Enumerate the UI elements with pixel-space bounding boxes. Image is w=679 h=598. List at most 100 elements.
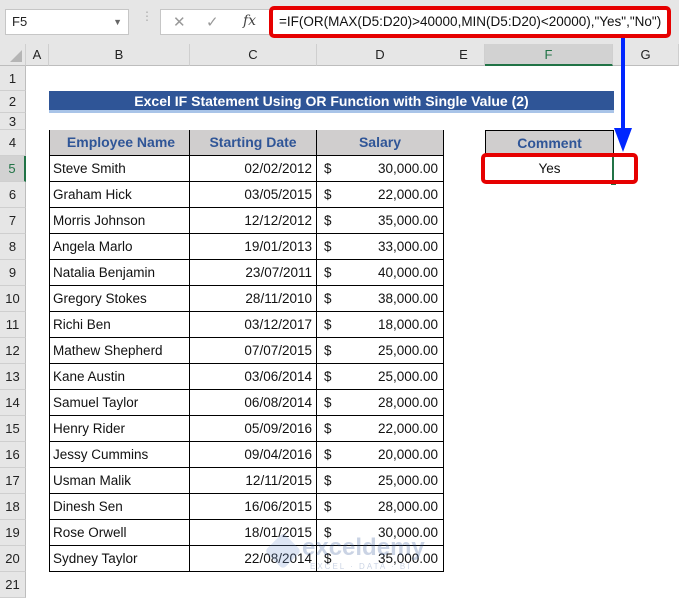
cell-employee-name[interactable]: Kane Austin <box>49 364 190 390</box>
row-header-14[interactable]: 14 <box>0 390 26 416</box>
cell-employee-name[interactable]: Sydney Taylor <box>49 546 190 572</box>
drag-handle-icon[interactable]: ⋮ <box>141 10 153 31</box>
cell-employee-name[interactable]: Natalia Benjamin <box>49 260 190 286</box>
row-header-10[interactable]: 10 <box>0 286 26 312</box>
cell-employee-name[interactable]: Angela Marlo <box>49 234 190 260</box>
row-header-16[interactable]: 16 <box>0 442 26 468</box>
cell-starting-date[interactable]: 12/11/2015 <box>190 468 317 494</box>
row-header-12[interactable]: 12 <box>0 338 26 364</box>
row-header-8[interactable]: 8 <box>0 234 26 260</box>
cell-employee-name[interactable]: Henry Rider <box>49 416 190 442</box>
cell-starting-date[interactable]: 03/06/2014 <box>190 364 317 390</box>
cell-starting-date[interactable]: 07/07/2015 <box>190 338 317 364</box>
salary-amount: 25,000.00 <box>377 343 438 358</box>
row-header-9[interactable]: 9 <box>0 260 26 286</box>
row-header-18[interactable]: 18 <box>0 494 26 520</box>
salary-amount: 18,000.00 <box>377 317 438 332</box>
cell-salary[interactable]: $25,000.00 <box>317 338 444 364</box>
cell-salary[interactable]: $22,000.00 <box>317 416 444 442</box>
cell-employee-name[interactable]: Graham Hick <box>49 182 190 208</box>
cell-starting-date[interactable]: 03/05/2015 <box>190 182 317 208</box>
row-header-11[interactable]: 11 <box>0 312 26 338</box>
formula-bar: F5 ▼ ⋮ ✕ ✓ fx =IF(OR(MAX(D5:D20)>40000,M… <box>0 0 679 44</box>
select-all-button[interactable] <box>0 44 26 66</box>
cell-starting-date[interactable]: 19/01/2013 <box>190 234 317 260</box>
cell-starting-date[interactable]: 23/07/2011 <box>190 260 317 286</box>
cell-salary[interactable]: $33,000.00 <box>317 234 444 260</box>
cell-salary[interactable]: $28,000.00 <box>317 494 444 520</box>
column-header-b[interactable]: B <box>49 44 190 66</box>
insert-function-icon[interactable]: fx <box>243 13 256 29</box>
chevron-down-icon[interactable]: ▼ <box>113 10 122 34</box>
row-header-19[interactable]: 19 <box>0 520 26 546</box>
cell-starting-date[interactable]: 22/08/2014 <box>190 546 317 572</box>
cell-starting-date[interactable]: 16/06/2015 <box>190 494 317 520</box>
cell-salary[interactable]: $30,000.00 <box>317 520 444 546</box>
cell-starting-date[interactable]: 18/01/2015 <box>190 520 317 546</box>
cell-salary[interactable]: $40,000.00 <box>317 260 444 286</box>
cell-employee-name[interactable]: Mathew Shepherd <box>49 338 190 364</box>
cell-salary[interactable]: $35,000.00 <box>317 208 444 234</box>
currency-symbol: $ <box>324 161 332 176</box>
row-header-7[interactable]: 7 <box>0 208 26 234</box>
cell-employee-name[interactable]: Gregory Stokes <box>49 286 190 312</box>
cell-starting-date[interactable]: 03/12/2017 <box>190 312 317 338</box>
cell-salary[interactable]: $35,000.00 <box>317 546 444 572</box>
cell-employee-name[interactable]: Samuel Taylor <box>49 390 190 416</box>
name-box[interactable]: F5 ▼ <box>5 9 129 35</box>
header-employee-name[interactable]: Employee Name <box>49 130 190 156</box>
cell-employee-name[interactable]: Jessy Cummins <box>49 442 190 468</box>
cell-starting-date[interactable]: 05/09/2016 <box>190 416 317 442</box>
cell-employee-name[interactable]: Steve Smith <box>49 156 190 182</box>
column-header-d[interactable]: D <box>317 44 444 66</box>
row-header-1[interactable]: 1 <box>0 66 26 91</box>
cancel-icon[interactable]: ✕ <box>173 13 186 31</box>
cell-employee-name[interactable]: Morris Johnson <box>49 208 190 234</box>
formula-input[interactable]: =IF(OR(MAX(D5:D20)>40000,MIN(D5:D20)<200… <box>269 6 671 38</box>
row-header-15[interactable]: 15 <box>0 416 26 442</box>
column-header-e[interactable]: E <box>443 44 485 66</box>
salary-amount: 20,000.00 <box>377 447 438 462</box>
cell-employee-name[interactable]: Richi Ben <box>49 312 190 338</box>
sheet-title: Excel IF Statement Using OR Function wit… <box>49 91 614 113</box>
cell-starting-date[interactable]: 28/11/2010 <box>190 286 317 312</box>
cell-starting-date[interactable]: 12/12/2012 <box>190 208 317 234</box>
cell-starting-date[interactable]: 02/02/2012 <box>190 156 317 182</box>
currency-symbol: $ <box>324 239 332 254</box>
cell-salary[interactable]: $38,000.00 <box>317 286 444 312</box>
column-header-c[interactable]: C <box>190 44 317 66</box>
cell-salary[interactable]: $25,000.00 <box>317 468 444 494</box>
cell-starting-date[interactable]: 06/08/2014 <box>190 390 317 416</box>
salary-amount: 35,000.00 <box>377 213 438 228</box>
column-header-f[interactable]: F <box>485 44 613 66</box>
cell-employee-name[interactable]: Rose Orwell <box>49 520 190 546</box>
currency-symbol: $ <box>324 187 332 202</box>
formula-buttons: ✕ ✓ fx <box>160 9 270 35</box>
header-salary[interactable]: Salary <box>317 130 444 156</box>
cell-salary[interactable]: $22,000.00 <box>317 182 444 208</box>
highlight-box-result <box>481 153 638 184</box>
row-header-21[interactable]: 21 <box>0 572 26 598</box>
salary-amount: 22,000.00 <box>377 187 438 202</box>
row-header-6[interactable]: 6 <box>0 182 26 208</box>
column-header-a[interactable]: A <box>26 44 49 66</box>
cell-employee-name[interactable]: Usman Malik <box>49 468 190 494</box>
cell-salary[interactable]: $28,000.00 <box>317 390 444 416</box>
cell-salary[interactable]: $18,000.00 <box>317 312 444 338</box>
row-header-2[interactable]: 2 <box>0 91 26 113</box>
header-starting-date[interactable]: Starting Date <box>190 130 317 156</box>
cell-salary[interactable]: $25,000.00 <box>317 364 444 390</box>
row-header-4[interactable]: 4 <box>0 130 26 156</box>
currency-symbol: $ <box>324 499 332 514</box>
row-header-17[interactable]: 17 <box>0 468 26 494</box>
row-header-3[interactable]: 3 <box>0 113 26 130</box>
cell-salary[interactable]: $30,000.00 <box>317 156 444 182</box>
row-header-5[interactable]: 5 <box>0 156 26 182</box>
cell-starting-date[interactable]: 09/04/2016 <box>190 442 317 468</box>
row-header-20[interactable]: 20 <box>0 546 26 572</box>
enter-icon[interactable]: ✓ <box>206 13 219 31</box>
cell-salary[interactable]: $20,000.00 <box>317 442 444 468</box>
cell-employee-name[interactable]: Dinesh Sen <box>49 494 190 520</box>
salary-amount: 25,000.00 <box>377 369 438 384</box>
row-header-13[interactable]: 13 <box>0 364 26 390</box>
